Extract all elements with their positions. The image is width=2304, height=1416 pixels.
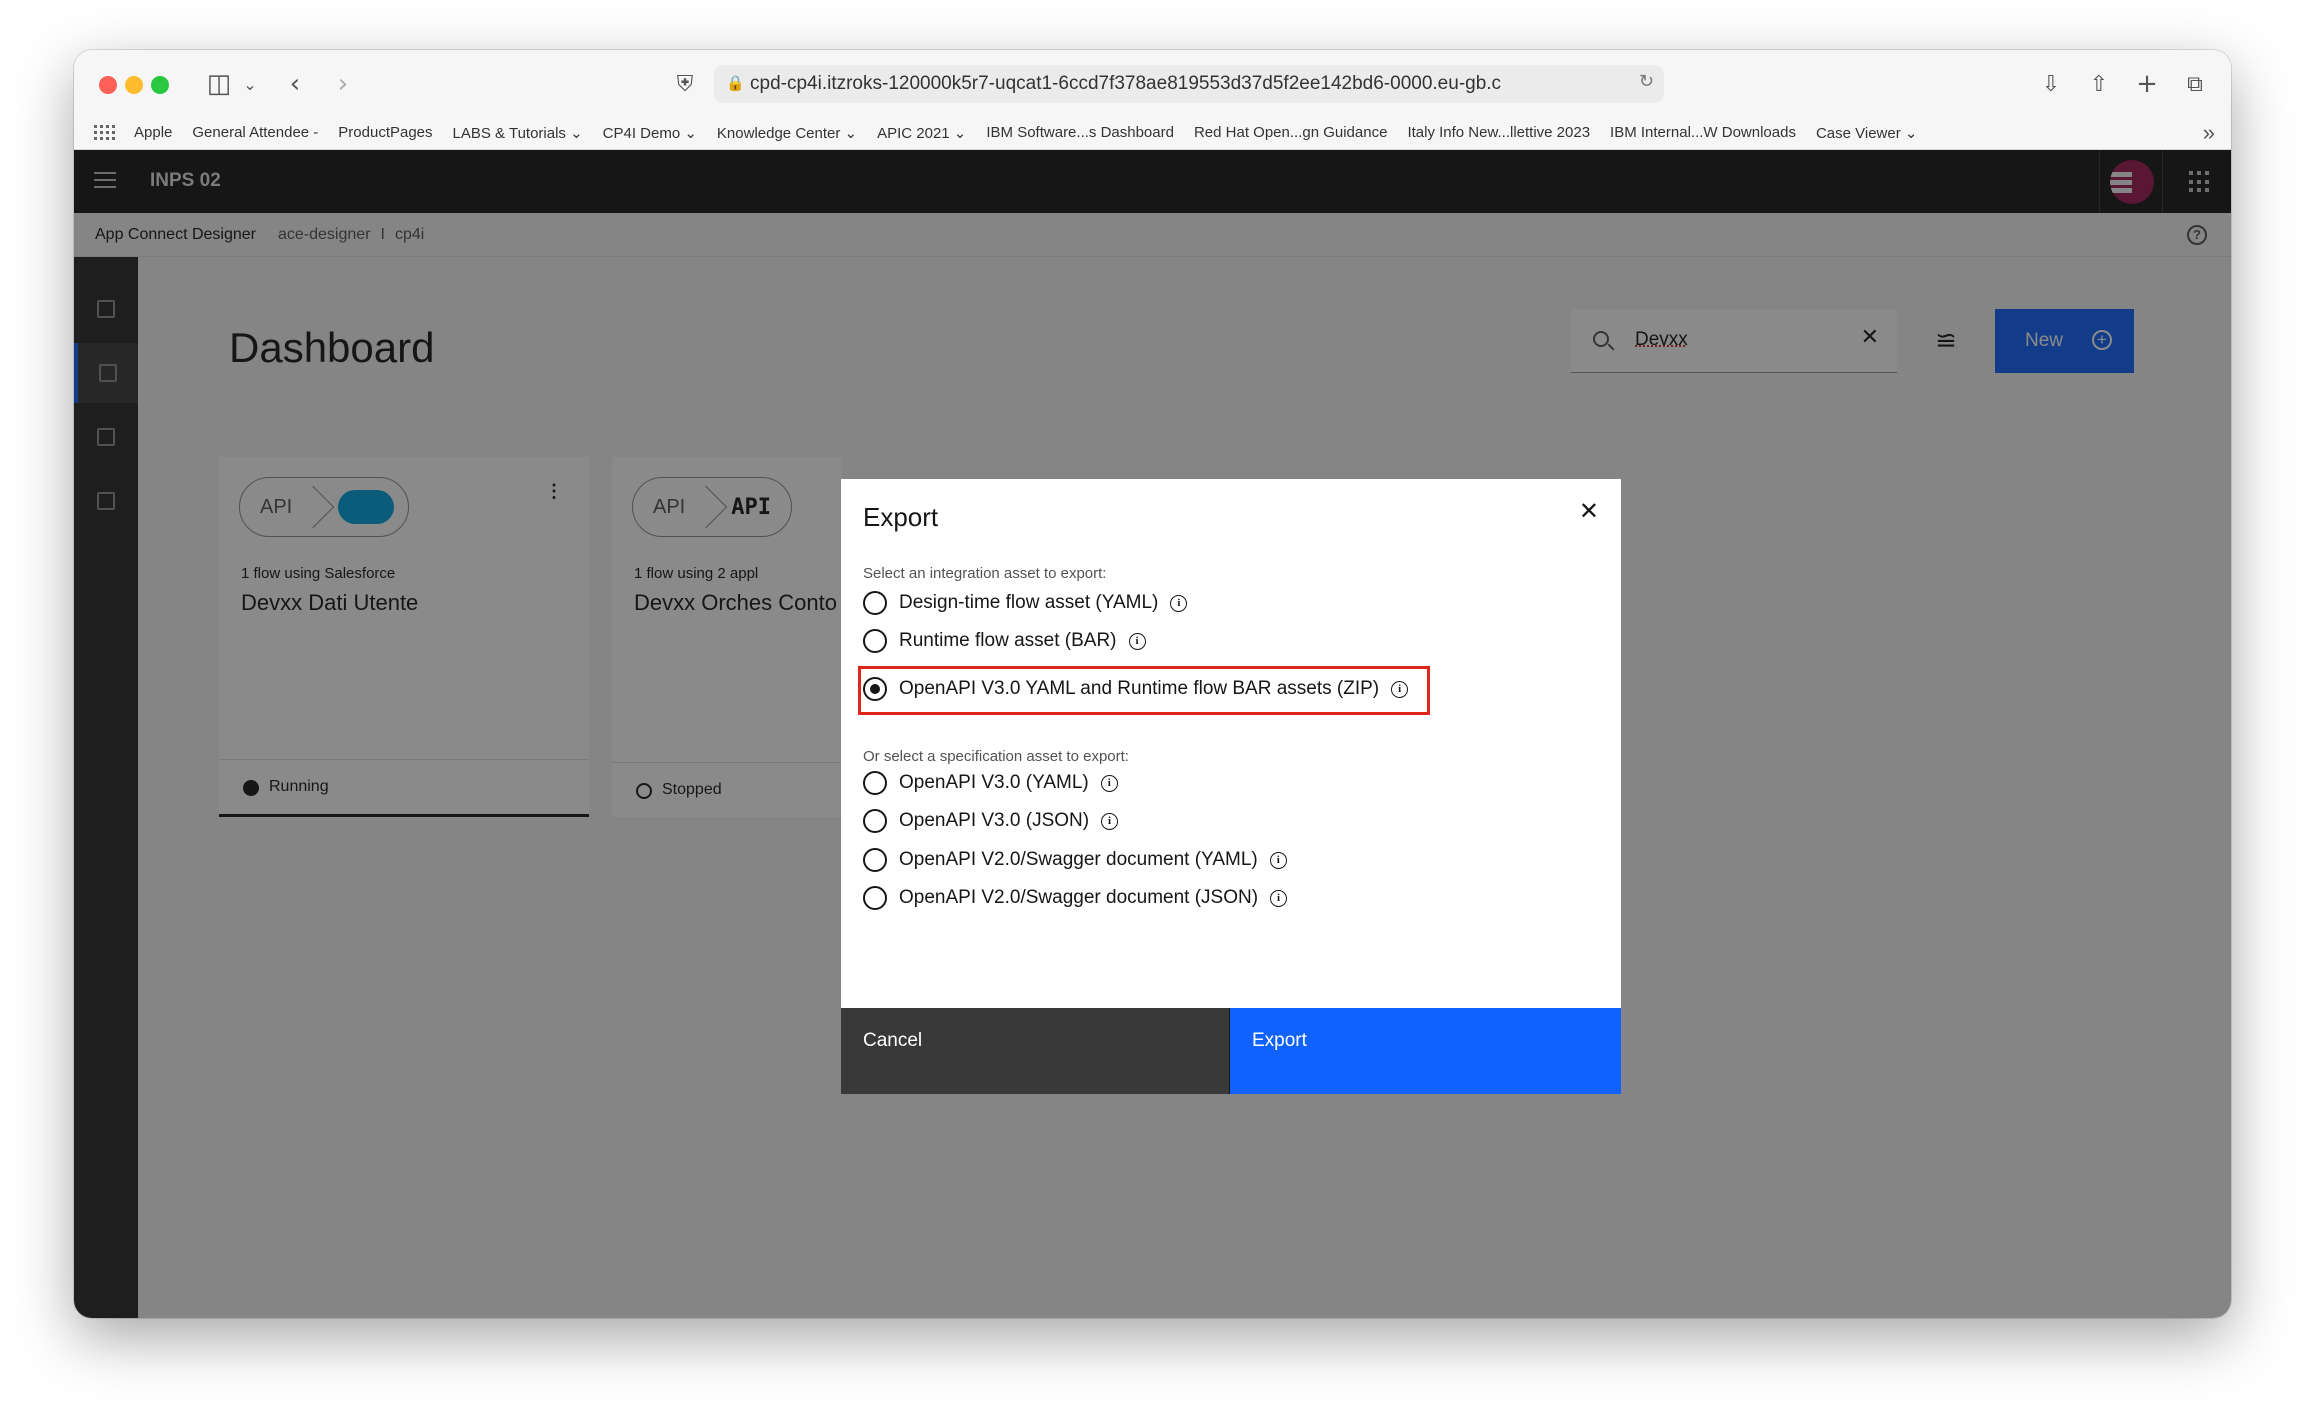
export-modal: Export ✕ Select an integration asset to … [841, 479, 1621, 1094]
bookmark-item[interactable]: Case Viewer ⌄ [1816, 124, 1918, 142]
modal-title: Export [863, 502, 939, 532]
chevron-down-icon[interactable]: ⌄ [240, 66, 260, 102]
forward-icon[interactable]: › [328, 66, 358, 102]
sidebar-toggle-icon[interactable]: ◫ [202, 66, 236, 102]
bookmark-item[interactable]: CP4I Demo ⌄ [603, 124, 697, 142]
info-icon[interactable]: i [1170, 594, 1188, 612]
lock-icon: 🔒 [726, 75, 745, 92]
radio-label: Design-time flow asset (YAML) [899, 592, 1159, 613]
radio-button[interactable] [863, 809, 887, 833]
back-icon[interactable]: ‹ [280, 66, 310, 102]
maximize-window-button[interactable] [151, 76, 169, 94]
radio-button[interactable] [863, 886, 887, 910]
radio-openapi-v3-yaml[interactable]: OpenAPI V3.0 (YAML) i [863, 766, 1118, 800]
more-bookmarks-icon[interactable]: » [2203, 120, 2215, 146]
radio-swagger-yaml[interactable]: OpenAPI V2.0/Swagger document (YAML) i [863, 843, 1287, 877]
bookmarks-bar: Apple General Attendee - ProductPages LA… [74, 116, 2231, 150]
bookmark-item[interactable]: ProductPages [338, 124, 432, 141]
downloads-icon[interactable]: ⇩ [2036, 66, 2066, 102]
cancel-button[interactable]: Cancel [841, 1008, 1229, 1094]
address-bar[interactable]: 🔒 cpd-cp4i.itzroks-120000k5r7-uqcat1-6cc… [714, 65, 1664, 103]
radio-label: OpenAPI V3.0 (YAML) [899, 772, 1089, 793]
bookmark-item[interactable]: Apple [134, 124, 172, 141]
radio-swagger-json[interactable]: OpenAPI V2.0/Swagger document (JSON) i [863, 881, 1288, 915]
radio-button[interactable] [863, 771, 887, 795]
tab-overview-icon[interactable]: ⧉ [2180, 66, 2210, 102]
radio-openapi-v3-json[interactable]: OpenAPI V3.0 (JSON) i [863, 804, 1119, 838]
info-icon[interactable]: i [1270, 889, 1288, 907]
spec-section-label: Or select a specification asset to expor… [863, 748, 1129, 765]
bookmark-item[interactable]: Red Hat Open...gn Guidance [1194, 124, 1387, 141]
radio-label: OpenAPI V2.0/Swagger document (JSON) [899, 887, 1259, 908]
new-tab-icon[interactable]: + [2132, 66, 2162, 102]
integration-section-label: Select an integration asset to export: [863, 565, 1107, 582]
bookmark-item[interactable]: IBM Software...s Dashboard [986, 124, 1174, 141]
bookmark-item[interactable]: APIC 2021 ⌄ [877, 124, 966, 142]
reload-icon[interactable]: ↻ [1639, 71, 1654, 92]
info-icon[interactable]: i [1101, 812, 1119, 830]
modal-footer: Cancel Export [841, 1008, 1621, 1094]
bookmarks-grid-icon[interactable] [94, 124, 115, 141]
radio-label: OpenAPI V3.0 (JSON) [899, 810, 1090, 831]
browser-toolbar: ◫ ⌄ ‹ › ⛨ 🔒 cpd-cp4i.itzroks-120000k5r7-… [74, 50, 2231, 116]
radio-button[interactable] [863, 591, 887, 615]
close-window-button[interactable] [99, 76, 117, 94]
radio-runtime-bar[interactable]: Runtime flow asset (BAR) i [863, 624, 1146, 658]
bookmark-item[interactable]: LABS & Tutorials ⌄ [453, 124, 583, 142]
url-text: cpd-cp4i.itzroks-120000k5r7-uqcat1-6ccd7… [750, 73, 1502, 94]
minimize-window-button[interactable] [125, 76, 143, 94]
radio-label: OpenAPI V2.0/Swagger document (YAML) [899, 849, 1258, 870]
radio-button[interactable] [863, 848, 887, 872]
radio-design-time-yaml[interactable]: Design-time flow asset (YAML) i [863, 586, 1188, 620]
browser-window: ◫ ⌄ ‹ › ⛨ 🔒 cpd-cp4i.itzroks-120000k5r7-… [74, 50, 2231, 1318]
bookmark-item[interactable]: IBM Internal...W Downloads [1610, 124, 1796, 141]
share-icon[interactable]: ⇧ [2084, 66, 2114, 102]
info-icon[interactable]: i [1128, 632, 1146, 650]
close-icon[interactable]: ✕ [1579, 497, 1599, 525]
radio-label: Runtime flow asset (BAR) [899, 630, 1117, 651]
info-icon[interactable]: i [1269, 851, 1287, 869]
bookmark-item[interactable]: General Attendee - [192, 124, 318, 141]
radio-button[interactable] [863, 629, 887, 653]
privacy-shield-icon[interactable]: ⛨ [670, 66, 700, 102]
info-icon[interactable]: i [1100, 774, 1118, 792]
export-button[interactable]: Export [1229, 1008, 1621, 1094]
bookmark-item[interactable]: Knowledge Center ⌄ [717, 124, 857, 142]
highlight-annotation [858, 666, 1430, 715]
bookmark-item[interactable]: Italy Info New...llettive 2023 [1407, 124, 1590, 141]
